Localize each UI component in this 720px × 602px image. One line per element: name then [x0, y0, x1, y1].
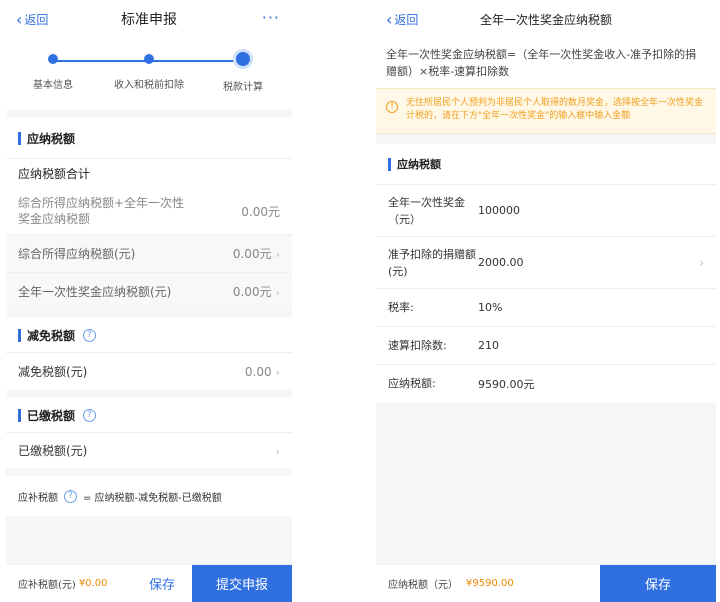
field-value: 2000.00: [478, 256, 524, 269]
notice-banner: ! 无住所居民个人预判为非居民个人取得的数月奖金，选择按全年一次性奖金计税的，请…: [376, 88, 716, 134]
section-bar: [18, 131, 21, 145]
combined-tax-label: 综合所得应纳税额+全年一次性奖金应纳税额: [18, 196, 185, 226]
tax-due-total-row: 应纳税额合计: [6, 158, 292, 188]
back-button[interactable]: ‹ 返回: [16, 11, 48, 28]
step-tax-calculation[interactable]: 税款计算: [198, 52, 288, 93]
more-icon[interactable]: ···: [262, 8, 280, 27]
section-relief: 减免税额 ?: [6, 318, 292, 352]
step-income-deduction[interactable]: 收入和税前扣除: [104, 54, 194, 91]
bonus-tax-value: 0.00元: [232, 285, 272, 299]
section-title: 应纳税额: [27, 131, 76, 146]
bottom-action-bar: 应纳税额（元） ¥9590.00 保存: [376, 564, 716, 602]
section-paid: 已缴税额 ?: [6, 398, 292, 432]
page-title: 全年一次性奖金应纳税额: [479, 12, 612, 27]
step-label: 收入和税前扣除: [114, 80, 184, 91]
chevron-right-icon: ›: [275, 444, 280, 458]
formula-row: 应补税额 ? = 应纳税额-减免税额-已缴税额: [6, 476, 292, 516]
field-donation[interactable]: 准予扣除的捐赠额(元) 2000.00 ›: [376, 236, 716, 288]
section-tax-due: 应纳税额: [6, 118, 292, 158]
field-label: 税率:: [388, 301, 414, 314]
field-bonus-income[interactable]: 全年一次性奖金（元） 100000: [376, 184, 716, 236]
combined-tax-row: 综合所得应纳税额+全年一次性奖金应纳税额 0.00元: [6, 188, 292, 234]
formula-label: 应补税额: [18, 492, 58, 504]
tax-due-value: ¥9590.00: [466, 578, 514, 589]
paid-label: 已缴税额(元): [18, 444, 88, 458]
section-bar: [18, 408, 21, 422]
section-title: 应纳税额: [397, 158, 441, 171]
comprehensive-tax-value: 0.00元: [232, 247, 272, 261]
relief-value: 0.00: [244, 364, 272, 379]
left-screen-standard-declaration: ‹ 返回 标准申报 ··· 基本信息 收入和税前扣除 税款计算 应纳税额 应纳税…: [6, 0, 292, 602]
formula-text: = 应纳税额-减免税额-已缴税额: [83, 492, 222, 504]
chevron-left-icon: ‹: [16, 9, 23, 29]
chevron-right-icon: ›: [275, 365, 280, 379]
section-title: 减免税额: [27, 328, 76, 343]
help-icon[interactable]: ?: [83, 328, 97, 342]
comprehensive-tax-row[interactable]: 综合所得应纳税额(元) 0.00元 ›: [6, 234, 292, 272]
step-basic-info[interactable]: 基本信息: [8, 54, 98, 91]
help-icon[interactable]: ?: [83, 408, 97, 422]
field-tax-rate: 税率: 10%: [376, 288, 716, 326]
step-dot-active: [236, 52, 250, 66]
bonus-tax-row[interactable]: 全年一次性奖金应纳税额(元) 0.00元 ›: [6, 272, 292, 310]
relief-label: 减免税额(元): [18, 365, 88, 379]
bottom-action-bar: 应补税额(元) ¥0.00 保存 提交申报: [6, 564, 292, 602]
bonus-tax-label: 全年一次性奖金应纳税额(元): [18, 285, 172, 299]
warning-icon: !: [386, 101, 398, 113]
field-label: 应纳税额:: [388, 377, 436, 390]
back-label: 返回: [394, 13, 419, 27]
field-quick-deduction: 速算扣除数: 210: [376, 326, 716, 364]
right-screen-bonus-tax: ‹ 返回 全年一次性奖金应纳税额 全年一次性奖金应纳税额=（全年一次性奖金收入-…: [376, 0, 716, 602]
chevron-left-icon: ‹: [386, 9, 393, 29]
section-bar: [388, 157, 391, 171]
chevron-right-icon: ›: [699, 255, 704, 270]
section-title: 已缴税额: [27, 408, 76, 423]
step-progress: 基本信息 收入和税前扣除 税款计算: [6, 38, 292, 110]
field-tax-due: 应纳税额: 9590.00元: [376, 364, 716, 402]
chevron-right-icon: ›: [275, 286, 280, 299]
tax-due-total-label: 应纳税额合计: [18, 167, 91, 181]
payable-label: 应补税额(元): [18, 580, 76, 591]
combined-tax-value: 0.00元: [241, 204, 280, 219]
top-bar: ‹ 返回 全年一次性奖金应纳税额: [376, 0, 716, 38]
save-button[interactable]: 保存: [600, 565, 716, 602]
field-label: 全年一次性奖金（元）: [388, 195, 465, 226]
formula-description: 全年一次性奖金应纳税额=（全年一次性奖金收入-准予扣除的捐赠额）×税率-速算扣除…: [376, 38, 716, 88]
payable-value: ¥0.00: [78, 578, 108, 589]
step-dot: [144, 54, 154, 64]
field-value: 10%: [478, 301, 503, 314]
help-icon[interactable]: ?: [64, 489, 77, 503]
step-label: 税款计算: [223, 82, 263, 93]
back-label: 返回: [24, 13, 49, 27]
page-title: 标准申报: [121, 12, 177, 28]
relief-row[interactable]: 减免税额(元) 0.00 ›: [6, 352, 292, 390]
field-label: 准予扣除的捐赠额(元): [388, 247, 476, 278]
step-dot: [48, 54, 58, 64]
section-bar: [18, 328, 21, 342]
tax-due-label: 应纳税额（元）: [388, 580, 458, 591]
field-value: 9590.00元: [478, 377, 535, 391]
chevron-right-icon: ›: [275, 248, 280, 261]
field-value: 210: [478, 339, 499, 352]
field-label: 速算扣除数:: [388, 339, 447, 352]
notice-text: 无住所居民个人预判为非居民个人取得的数月奖金，选择按全年一次性奖金计税的，请在下…: [406, 98, 704, 121]
section-tax-due: 应纳税额: [376, 144, 716, 184]
paid-row[interactable]: 已缴税额(元) ›: [6, 432, 292, 468]
save-button[interactable]: 保存: [132, 574, 192, 593]
back-button[interactable]: ‹ 返回: [386, 11, 418, 28]
submit-button[interactable]: 提交申报: [192, 565, 292, 602]
field-value: 100000: [478, 204, 520, 217]
step-label: 基本信息: [33, 80, 73, 91]
comprehensive-tax-label: 综合所得应纳税额(元): [18, 247, 136, 261]
top-bar: ‹ 返回 标准申报 ···: [6, 0, 292, 38]
